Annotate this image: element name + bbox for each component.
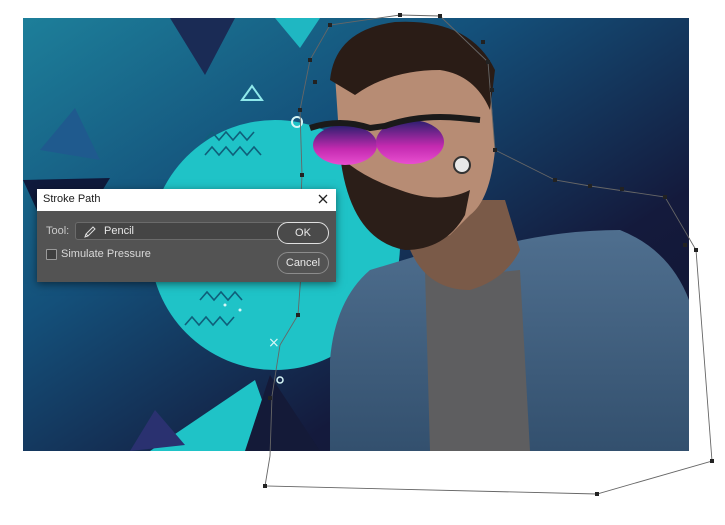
dialog-titlebar[interactable]: Stroke Path — [37, 189, 336, 211]
simulate-pressure-checkbox[interactable] — [46, 249, 57, 260]
dialog-title: Stroke Path — [43, 193, 101, 205]
cancel-button[interactable]: Cancel — [277, 252, 329, 274]
svg-text:×: × — [268, 335, 280, 351]
ear-gauge — [453, 156, 471, 174]
pencil-icon — [83, 225, 97, 244]
simulate-pressure-label[interactable]: Simulate Pressure — [61, 248, 151, 260]
stroke-path-dialog: Stroke Path Tool: Pencil Simulate Pressu… — [37, 189, 336, 282]
sunglasses-lens — [313, 125, 377, 165]
tool-label: Tool: — [46, 225, 70, 237]
model-shirt — [425, 270, 530, 451]
close-icon[interactable] — [316, 192, 330, 206]
ok-button[interactable]: OK — [277, 222, 329, 244]
tool-dropdown[interactable]: Pencil — [75, 222, 301, 240]
tool-value: Pencil — [104, 225, 134, 237]
